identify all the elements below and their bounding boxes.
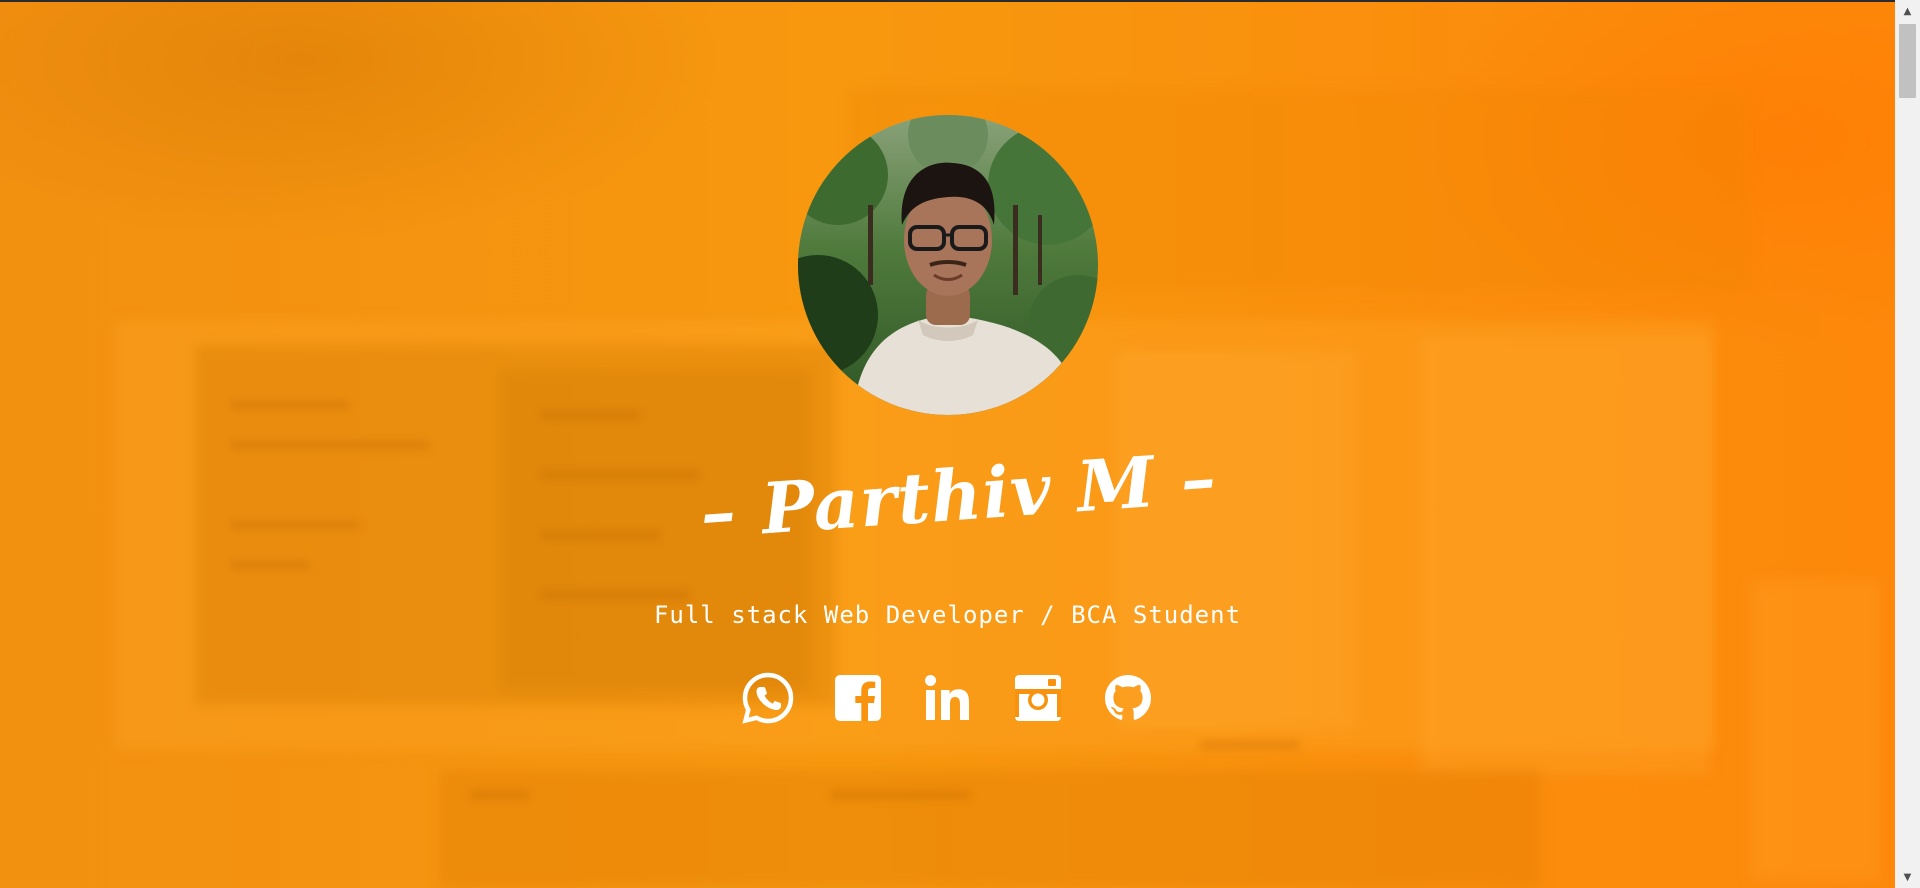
github-icon — [1105, 675, 1151, 720]
hero-section: – Parthiv M – Full stack Web Developer /… — [0, 0, 1895, 888]
facebook-link[interactable] — [830, 670, 886, 726]
name-text: Parthiv M — [758, 440, 1159, 551]
vertical-scrollbar[interactable]: ▲ ▼ — [1895, 0, 1920, 888]
profile-subtitle: Full stack Web Developer / BCA Student — [653, 601, 1242, 629]
name-dash-right: – — [1177, 435, 1220, 522]
social-links — [740, 670, 1160, 730]
page: – Parthiv M – Full stack Web Developer /… — [0, 0, 1920, 888]
github-link[interactable] — [1100, 670, 1156, 726]
avatar — [798, 115, 1098, 415]
linkedin-link[interactable] — [920, 670, 976, 726]
whatsapp-link[interactable] — [740, 670, 796, 726]
instagram-icon — [1015, 675, 1061, 721]
linkedin-icon — [925, 675, 969, 720]
top-border — [0, 0, 1895, 2]
name-dash-left: – — [697, 469, 740, 555]
scroll-down-arrow-icon[interactable]: ▼ — [1895, 869, 1920, 886]
facebook-icon — [835, 675, 881, 721]
avatar-photo — [798, 115, 1098, 415]
instagram-link[interactable] — [1010, 670, 1066, 726]
profile-name: – Parthiv M – — [697, 436, 1220, 555]
scrollbar-thumb[interactable] — [1899, 24, 1916, 98]
whatsapp-icon — [742, 672, 794, 724]
scroll-up-arrow-icon[interactable]: ▲ — [1895, 3, 1920, 20]
